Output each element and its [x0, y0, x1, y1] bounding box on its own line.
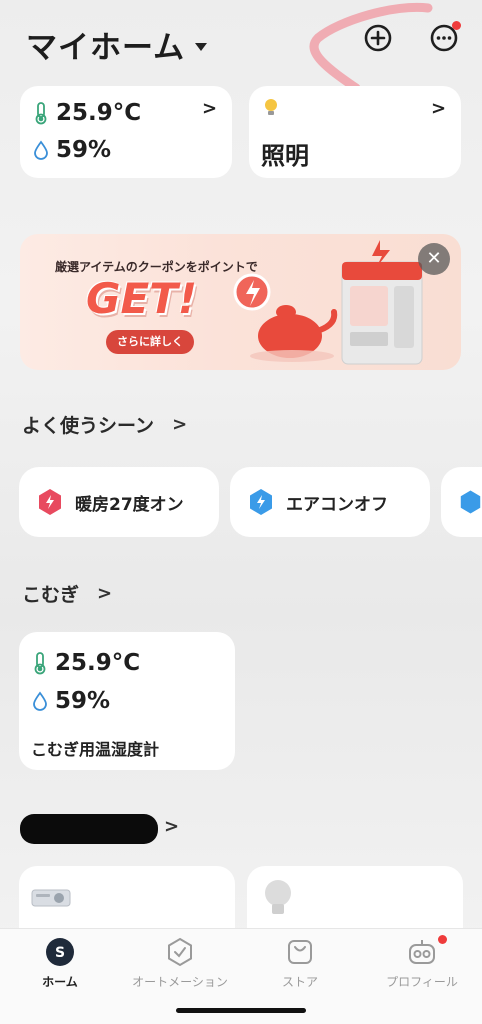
- check-shield-icon: [168, 937, 192, 967]
- climate-summary-card[interactable]: 25.9°C 59% >: [20, 86, 232, 178]
- tab-label: オートメーション: [132, 975, 228, 989]
- room-section-header[interactable]: こむぎ >: [22, 580, 112, 607]
- home-tab-icon: S: [46, 938, 74, 966]
- temperature-value: 25.9°C: [55, 650, 141, 676]
- banner-text: 厳選アイテムのクーポンをポイントで: [55, 260, 258, 274]
- chevron-right-icon: >: [431, 98, 447, 119]
- lighting-card[interactable]: > 照明: [249, 86, 461, 178]
- notification-dot: [452, 21, 461, 30]
- home-indicator: [176, 1008, 306, 1013]
- shopping-bag-icon: [288, 940, 312, 964]
- light-bulb-icon: [265, 99, 277, 115]
- temperature-row: 25.9°C: [33, 650, 140, 676]
- redacted-section-title: [20, 814, 158, 844]
- humidity-value: 59%: [55, 688, 111, 714]
- temperature-row: 25.9°C: [34, 100, 141, 126]
- scenes-section-title: よく使うシーン: [22, 415, 155, 437]
- room-section-title: こむぎ: [22, 584, 80, 606]
- lighting-label: 照明: [261, 142, 309, 170]
- water-drop-icon: [34, 140, 48, 160]
- header: マイホーム: [0, 0, 482, 99]
- thermometer-icon: [35, 102, 47, 125]
- banner-illustration: [233, 240, 423, 365]
- tab-store[interactable]: ストア: [240, 937, 360, 990]
- temperature-value: 25.9°C: [56, 100, 142, 126]
- scene-chip[interactable]: 暖房27度オン: [19, 467, 219, 537]
- banner-close-button[interactable]: ✕: [418, 243, 450, 275]
- tab-profile[interactable]: プロフィール: [362, 935, 482, 990]
- robot-profile-icon: [409, 940, 435, 964]
- humidity-row: 59%: [33, 688, 110, 714]
- scenes-section-header[interactable]: よく使うシーン >: [22, 411, 187, 438]
- thermometer-icon: [34, 652, 46, 675]
- notification-dot: [438, 935, 447, 944]
- scene-chip[interactable]: エアコンオフ: [230, 467, 430, 537]
- home-selector[interactable]: マイホーム: [26, 22, 208, 67]
- svg-text:S: S: [55, 945, 65, 961]
- add-button[interactable]: [362, 22, 394, 54]
- banner-details-button[interactable]: さらに詳しく: [106, 330, 194, 354]
- caret-down-icon: [195, 42, 208, 51]
- banner-headline: GET!: [86, 274, 197, 323]
- device-name: こむぎ用温湿度計: [31, 740, 160, 759]
- scene-bolt-icon: [460, 490, 481, 514]
- light-bulb-icon: [265, 880, 291, 914]
- tab-label: ホーム: [42, 975, 78, 989]
- chevron-right-icon: >: [202, 98, 218, 119]
- tab-automation[interactable]: オートメーション: [120, 937, 240, 990]
- tab-label: プロフィール: [386, 975, 458, 989]
- humidity-row: 59%: [34, 137, 111, 163]
- chevron-right-icon[interactable]: >: [164, 816, 179, 837]
- water-drop-icon: [33, 691, 47, 711]
- chevron-right-icon: >: [97, 583, 113, 604]
- projector-icon: [31, 889, 71, 907]
- humidity-value: 59%: [56, 137, 112, 163]
- tab-home[interactable]: S ホーム: [0, 937, 120, 990]
- scene-bolt-icon: [250, 489, 272, 515]
- scene-label: 暖房27度オン: [75, 494, 184, 515]
- device-card[interactable]: 25.9°C 59% こむぎ用温湿度計: [19, 632, 235, 770]
- scene-bolt-icon: [39, 489, 61, 515]
- tab-label: ストア: [281, 975, 318, 989]
- promo-banner[interactable]: 厳選アイテムのクーポンをポイントで GET! さらに詳しく ✕: [20, 234, 461, 370]
- scene-label: エアコンオフ: [286, 494, 388, 515]
- home-title: マイホーム: [26, 30, 186, 66]
- scene-chip-partial[interactable]: [441, 467, 482, 537]
- chevron-right-icon: >: [172, 414, 188, 435]
- add-circle-icon: [364, 24, 392, 52]
- more-button[interactable]: [428, 21, 461, 54]
